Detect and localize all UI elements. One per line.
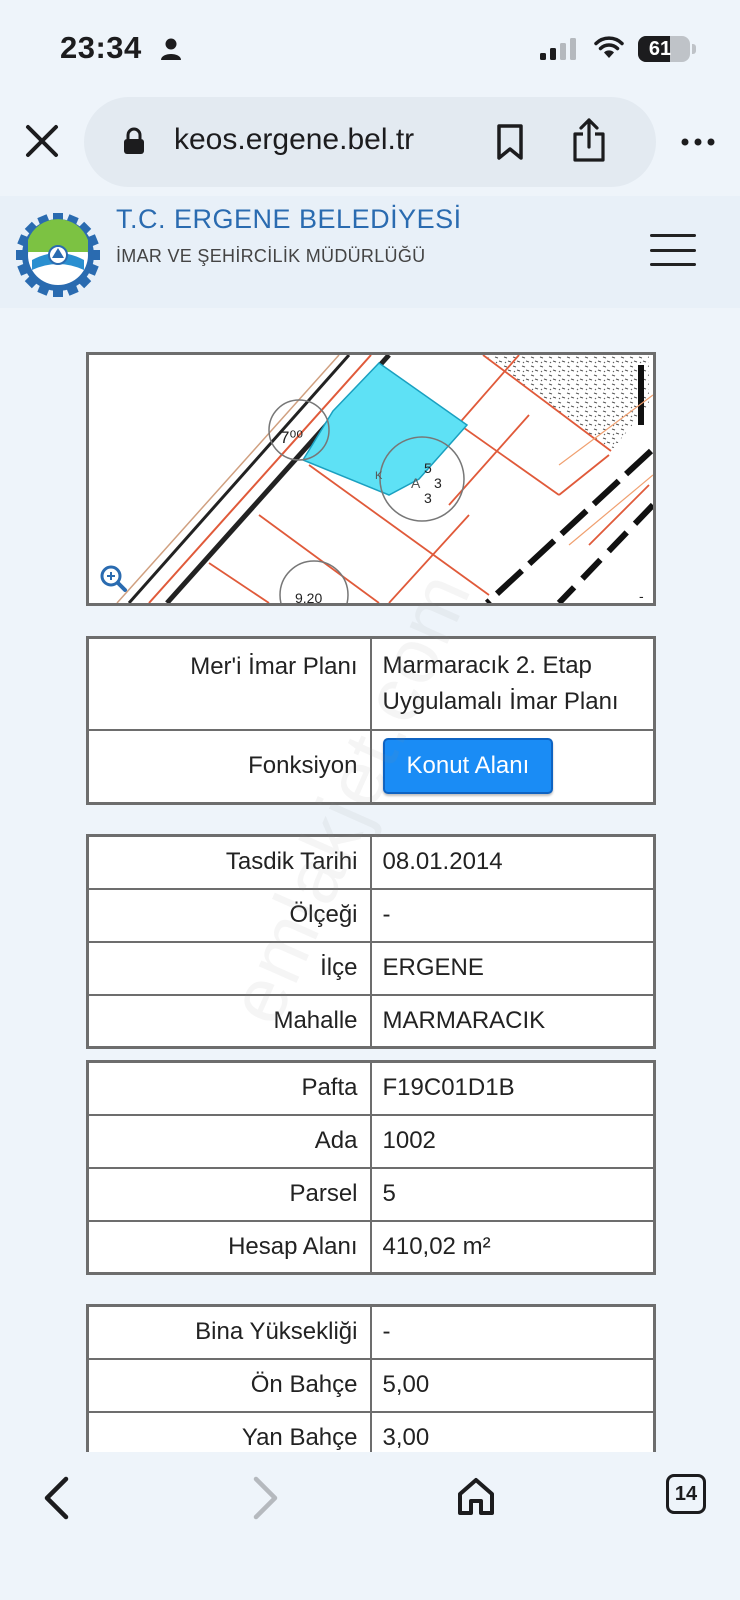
table-row-key: Pafta — [86, 1060, 372, 1116]
organization-subtitle: İMAR VE ŞEHİRCİLİK MÜDÜRLÜĞÜ — [116, 246, 426, 266]
url-text: keos.ergene.bel.tr — [174, 123, 415, 156]
table-row-key: Mahalle — [86, 993, 372, 1049]
close-button[interactable] — [18, 117, 66, 165]
bookmark-button[interactable] — [492, 121, 528, 163]
function-value-cell: Konut Alanı — [369, 728, 656, 805]
status-bar: 23:34 61 — [0, 0, 740, 95]
table-row-key: İlçe — [86, 940, 372, 996]
map-label: 3 — [434, 475, 442, 491]
address-bar[interactable]: keos.ergene.bel.tr — [84, 97, 656, 187]
menu-bar-icon — [650, 234, 696, 237]
battery-tip — [692, 44, 696, 54]
tabs-button[interactable]: 14 — [666, 1474, 706, 1514]
table-row-value: MARMARACIK — [369, 993, 656, 1049]
plan-key: Mer'i İmar Planı — [86, 636, 372, 731]
map-label: 7⁰⁰ — [280, 428, 303, 447]
zoom-in-icon[interactable] — [100, 565, 127, 592]
table-row-value: - — [369, 887, 656, 943]
table-row-key: Ölçeği — [86, 887, 372, 943]
plan-value-line1: Marmaracık 2. Etap — [382, 651, 592, 679]
map-canvas: 7⁰⁰ 5 3 3 K A 9.20 - — [100, 355, 653, 603]
table-row-value: 5,00 — [369, 1357, 656, 1413]
back-button[interactable] — [34, 1472, 78, 1524]
table-row-value: 5 — [369, 1166, 656, 1222]
browser-toolbar: 14 — [0, 1452, 740, 1600]
table-row-key: Tasdik Tarihi — [86, 834, 372, 890]
more-icon — [681, 138, 715, 146]
battery-icon: 61 — [638, 36, 690, 62]
table-row-value: 1002 — [369, 1113, 656, 1169]
table-row-value: 410,02 m² — [369, 1219, 656, 1275]
forward-button[interactable] — [244, 1472, 288, 1524]
function-value-button[interactable]: Konut Alanı — [382, 738, 554, 795]
table-row-key: Ada — [86, 1113, 372, 1169]
organization-title: T.C. ERGENE BELEDİYESİ — [116, 204, 462, 234]
parcel-info-table: Pafta F19C01D1B Ada 1002 Parsel 5 Hesap … — [86, 1060, 656, 1275]
map-label: K — [375, 470, 383, 482]
municipality-logo — [16, 213, 100, 297]
parcel-map[interactable]: 7⁰⁰ 5 3 3 K A 9.20 - — [86, 352, 656, 606]
close-icon — [26, 125, 58, 157]
chevron-left-icon — [44, 1476, 69, 1520]
function-key: Fonksiyon — [86, 728, 372, 805]
chevron-right-icon — [253, 1476, 278, 1520]
table-row-key: Hesap Alanı — [86, 1219, 372, 1275]
map-label: 5 — [424, 460, 432, 476]
table-row-value: ERGENE — [369, 940, 656, 996]
hamburger-menu-button[interactable] — [650, 232, 696, 268]
wifi-icon — [594, 36, 624, 58]
map-label: 9.20 — [295, 590, 322, 603]
table-row-key: Bina Yüksekliği — [86, 1304, 372, 1360]
approval-info-table: Tasdik Tarihi 08.01.2014 Ölçeği - İlçe E… — [86, 834, 656, 1049]
battery-level: 61 — [648, 38, 672, 60]
home-icon — [458, 1478, 494, 1515]
svg-text:-: - — [639, 588, 644, 603]
menu-bar-icon — [650, 263, 696, 266]
map-label: A — [411, 475, 421, 491]
table-row-value: 08.01.2014 — [369, 834, 656, 890]
home-button[interactable] — [454, 1472, 498, 1520]
building-info-table: Bina Yüksekliği - Ön Bahçe 5,00 Yan Bahç… — [86, 1304, 656, 1466]
plan-value-line2: Uygulamalı İmar Planı — [382, 687, 619, 715]
share-icon — [573, 118, 605, 162]
status-time: 23:34 — [60, 30, 142, 65]
table-row-key: Parsel — [86, 1166, 372, 1222]
table-row-key: Ön Bahçe — [86, 1357, 372, 1413]
bookmark-icon — [497, 124, 523, 160]
table-row-value: - — [369, 1304, 656, 1360]
plan-value: Marmaracık 2. Etap Uygulamalı İmar Planı — [369, 636, 656, 731]
cellular-signal-icon — [540, 38, 576, 60]
table-row-value: F19C01D1B — [369, 1060, 656, 1116]
share-button[interactable] — [568, 115, 610, 165]
plan-info-table: Mer'i İmar Planı Marmaracık 2. Etap Uygu… — [86, 636, 656, 805]
person-icon — [161, 38, 181, 60]
lock-icon — [124, 127, 144, 154]
site-header: T.C. ERGENE BELEDİYESİ İMAR VE ŞEHİRCİLİ… — [0, 196, 740, 308]
more-options-button[interactable] — [674, 124, 722, 160]
map-label: 3 — [424, 490, 432, 506]
menu-bar-icon — [650, 248, 696, 252]
